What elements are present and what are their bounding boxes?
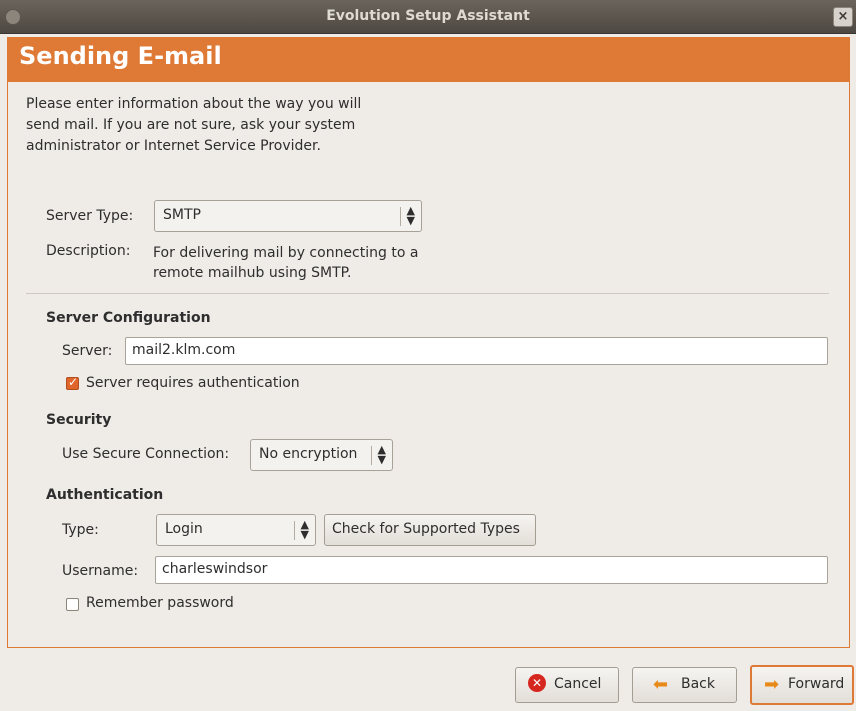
setup-assistant-window: Evolution Setup Assistant × Sending E-ma… [0, 0, 856, 711]
cancel-button-label: Cancel [554, 676, 602, 692]
authentication-heading: Authentication [46, 487, 164, 503]
description-text: For delivering mail by connecting to a r… [153, 245, 419, 281]
window-title: Evolution Setup Assistant [326, 8, 530, 24]
combo-separator [371, 446, 372, 465]
updown-arrows-icon: ▲ ▼ [377, 443, 386, 466]
username-input-value: charleswindsor [162, 561, 268, 577]
check-supported-types-button[interactable]: Check for Supported Types [324, 514, 536, 546]
intro-text: Please enter information about the way y… [26, 96, 362, 154]
remember-password-label: Remember password [86, 595, 234, 611]
cancel-icon: ✕ [528, 674, 546, 692]
auth-type-value: Login [165, 521, 203, 537]
forward-button-label: Forward [788, 676, 845, 692]
auth-required-label: Server requires authentication [86, 375, 300, 391]
server-config-heading: Server Configuration [46, 310, 211, 326]
check-supported-types-label: Check for Supported Types [332, 521, 520, 537]
page-title: Sending E-mail [19, 42, 222, 70]
combo-separator [400, 207, 401, 226]
server-type-value: SMTP [163, 207, 201, 223]
close-icon[interactable]: × [833, 7, 853, 27]
server-type-label: Server Type: [46, 208, 134, 224]
secure-connection-select[interactable]: No encryption ▲ ▼ [250, 439, 393, 471]
auth-required-checkbox[interactable] [66, 375, 79, 390]
auth-type-label: Type: [62, 522, 99, 538]
server-input-value: mail2.klm.com [132, 342, 236, 358]
back-button-label: Back [681, 676, 715, 692]
title-bar[interactable]: Evolution Setup Assistant × [0, 0, 856, 34]
server-label: Server: [62, 343, 113, 359]
forward-arrow-icon: ➡ [764, 674, 780, 695]
combo-separator [294, 521, 295, 540]
forward-button[interactable]: ➡ Forward [750, 665, 854, 705]
remember-password-checkbox[interactable] [66, 598, 79, 611]
page-header: Sending E-mail [7, 37, 850, 82]
updown-arrows-icon: ▲ ▼ [406, 204, 415, 227]
auth-type-select[interactable]: Login ▲ ▼ [156, 514, 316, 546]
security-heading: Security [46, 412, 112, 428]
back-arrow-icon: ⬅ [653, 674, 669, 695]
username-input[interactable]: charleswindsor [155, 556, 828, 584]
secure-connection-value: No encryption [259, 446, 358, 462]
server-input[interactable]: mail2.klm.com [125, 337, 828, 365]
username-label: Username: [62, 563, 139, 579]
server-type-select[interactable]: SMTP ▲ ▼ [154, 200, 422, 232]
section-divider [26, 293, 829, 294]
back-button[interactable]: ⬅ Back [632, 667, 737, 703]
secure-connection-label: Use Secure Connection: [62, 446, 230, 462]
description-label: Description: [46, 243, 131, 259]
updown-arrows-icon: ▲ ▼ [300, 518, 309, 541]
cancel-button[interactable]: ✕ Cancel [515, 667, 619, 703]
